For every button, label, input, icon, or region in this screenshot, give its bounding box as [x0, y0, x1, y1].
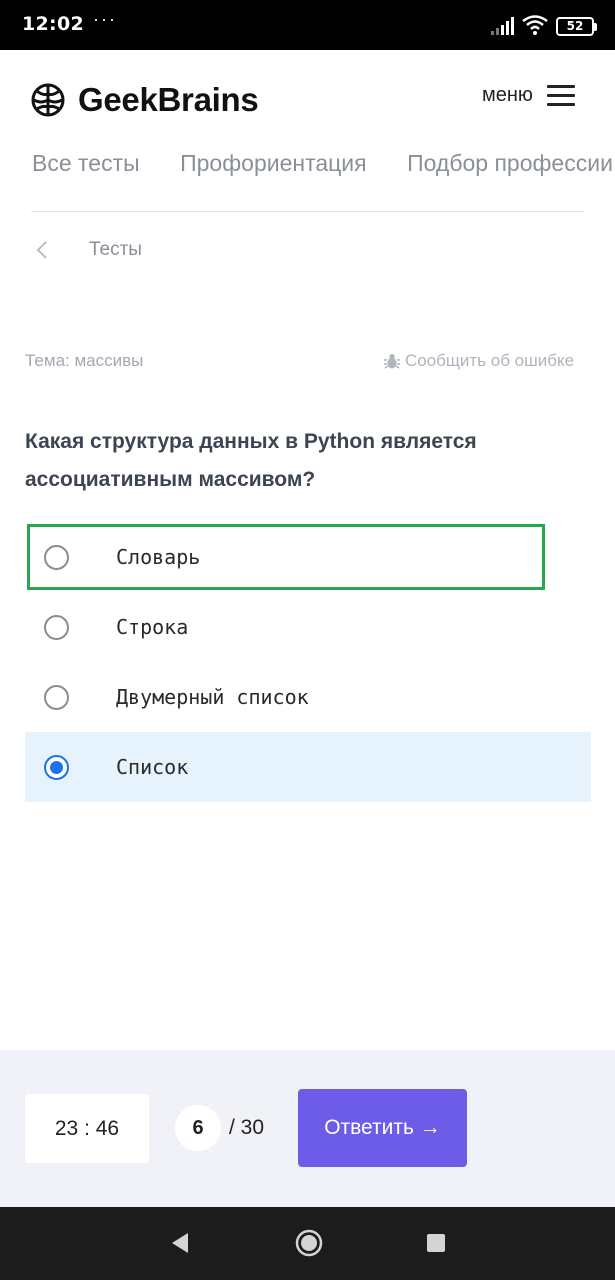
tab-profession-selection[interactable]: Подбор профессии — [407, 150, 613, 177]
report-error-label: Сообщить об ошибке — [405, 351, 575, 370]
notification-dots-icon: ··· — [93, 9, 117, 29]
answer-option[interactable]: Строка — [25, 592, 591, 662]
answer-option-selected[interactable]: Список — [25, 732, 591, 802]
status-bar: 12:02 ··· 52 — [0, 0, 615, 50]
wifi-icon — [522, 15, 548, 35]
nav-back-icon[interactable] — [170, 1231, 190, 1255]
answer-label: Словарь — [116, 545, 201, 569]
countdown-timer: 23 : 46 — [25, 1094, 149, 1163]
total-questions: / 30 — [229, 1116, 265, 1139]
radio-button[interactable] — [44, 614, 69, 640]
answer-list: Словарь Строка Двумерный список Список — [25, 522, 591, 802]
radio-button[interactable] — [44, 684, 69, 710]
question-text: Какая структура данных в Python является… — [25, 430, 477, 491]
submit-answer-button[interactable]: Ответить → — [298, 1089, 467, 1167]
tab-career-guidance[interactable]: Профориентация — [180, 150, 367, 177]
system-nav-bar — [0, 1207, 615, 1280]
quiz-footer: 23 : 46 6 / 30 Ответить → — [0, 1050, 615, 1207]
signal-icon — [491, 17, 514, 35]
brand-name: GeekBrains — [78, 81, 259, 118]
radio-button-checked[interactable] — [44, 754, 69, 780]
brain-logo-icon — [31, 83, 65, 117]
answer-label: Строка — [116, 615, 189, 639]
current-question-number: 6 — [175, 1105, 221, 1151]
tab-all-tests[interactable]: Все тесты — [32, 150, 140, 177]
menu-button[interactable]: меню — [482, 84, 575, 107]
answer-option[interactable]: Двумерный список — [25, 662, 591, 732]
breadcrumb-tests-link[interactable]: Тесты — [89, 239, 142, 261]
question-progress: 6 / 30 — [175, 1104, 264, 1152]
status-time: 12:02 — [22, 13, 84, 35]
answer-option[interactable]: Словарь — [25, 522, 591, 592]
answer-label: Двумерный список — [116, 685, 309, 709]
nav-recents-icon[interactable] — [427, 1234, 445, 1252]
bug-icon — [384, 354, 400, 369]
menu-label: меню — [482, 84, 533, 106]
chevron-left-icon[interactable] — [32, 238, 52, 262]
battery-icon: 52 — [556, 17, 597, 36]
divider — [31, 211, 584, 212]
brand-logo[interactable]: GeekBrains — [30, 80, 259, 120]
radio-button[interactable] — [44, 544, 69, 570]
hamburger-icon — [546, 84, 575, 107]
quiz-topic: Тема: массивы — [25, 351, 144, 370]
report-error-link[interactable]: Сообщить об ошибке — [383, 351, 574, 371]
answer-label: Список — [116, 755, 189, 779]
category-tabs: Все тесты Профориентация Подбор професси… — [32, 150, 615, 184]
nav-home-icon[interactable] — [295, 1229, 323, 1257]
